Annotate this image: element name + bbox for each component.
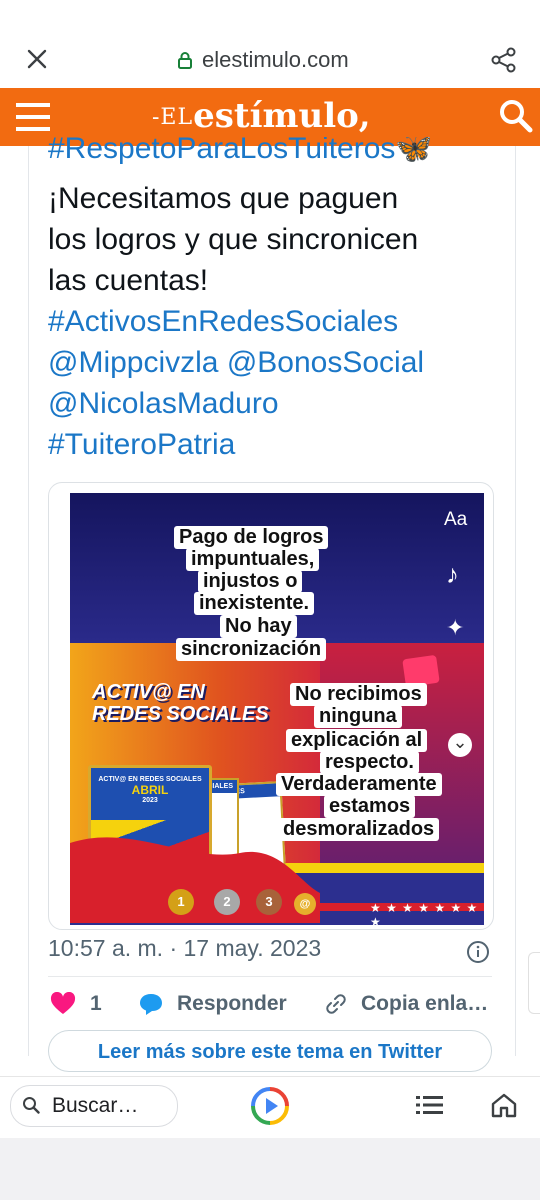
- logo-name: estímulo,: [193, 96, 371, 136]
- banner-line-1: ACTIV@ EN: [92, 681, 205, 703]
- info-icon[interactable]: [466, 940, 490, 964]
- sparkle-effects-icon: ✦: [446, 615, 465, 640]
- copy-link-label[interactable]: Copia enla…: [361, 992, 488, 1016]
- tweet-text-line: ¡Necesitamos que paguen: [48, 182, 399, 215]
- divider: [48, 976, 492, 977]
- search-placeholder[interactable]: Buscar…: [52, 1094, 138, 1118]
- link-icon[interactable]: [324, 992, 348, 1016]
- list-icon[interactable]: [416, 1094, 444, 1116]
- card-title: ACTIV@ EN REDES SOCIALES: [98, 776, 202, 783]
- home-icon[interactable]: [490, 1092, 518, 1118]
- overlay-line: desmoralizados: [278, 818, 440, 841]
- overlay-line: Pago de logros: [174, 526, 329, 549]
- like-count: 1: [90, 992, 102, 1015]
- read-more-button[interactable]: Leer más sobre este tema en Twitter: [48, 1030, 492, 1072]
- card-front-header: ACTIV@ EN REDES SOCIALES ABRIL 2023: [91, 768, 209, 820]
- medal-2: 2: [214, 889, 240, 915]
- text-tool-icon: Aa: [444, 509, 468, 530]
- mention-links[interactable]: @Mippcivzla @BonosSocial: [48, 342, 424, 383]
- heart-icon[interactable]: [50, 991, 76, 1016]
- overlay-line: explicación al: [286, 729, 428, 752]
- lock-icon: [178, 51, 192, 69]
- tweet-image[interactable]: ★ ★ ★ ★ ★ ★ ★ ★ ACTIV@ EN REDES SOCIALES…: [70, 493, 484, 925]
- medal-at: @: [294, 893, 316, 915]
- tweet-text-line: las cuentas!: [48, 264, 209, 297]
- close-icon[interactable]: [24, 46, 50, 72]
- overlay-line: injustos o: [198, 570, 303, 593]
- browser-toolbar: [0, 0, 540, 88]
- search-icon: [22, 1096, 40, 1114]
- empty-system-area: [0, 1138, 540, 1200]
- overlay-line: Verdaderamente: [276, 773, 442, 796]
- medal-1: 1: [168, 889, 194, 915]
- url-text[interactable]: elestimulo.com: [202, 47, 349, 73]
- tweet-timestamp[interactable]: 10:57 a. m. · 17 may. 2023: [48, 935, 321, 962]
- overlay-line: sincronización: [176, 638, 327, 661]
- hashtag-activos[interactable]: #ActivosEnRedesSociales: [48, 301, 398, 342]
- overlay-line: estamos: [324, 795, 416, 818]
- flag-stars: ★ ★ ★ ★ ★ ★ ★ ★: [370, 901, 479, 925]
- mention-maduro[interactable]: @NicolasMaduro: [48, 383, 279, 424]
- reply-bubble-icon[interactable]: [138, 992, 164, 1016]
- overlay-line: impuntuales,: [186, 548, 320, 571]
- banner-text: ACTIV@ EN REDES SOCIALES: [92, 681, 269, 725]
- chevron-down-icon: ⌄: [448, 733, 472, 757]
- overlay-line: No recibimos: [290, 683, 427, 706]
- overlay-line: No hay: [220, 615, 297, 638]
- google-play-circle-icon[interactable]: [250, 1086, 290, 1126]
- search-icon[interactable]: [498, 98, 534, 134]
- card-year: 2023: [142, 797, 158, 804]
- tweet-text-line: los logros y que sincronicen: [48, 223, 419, 256]
- hamburger-menu-icon[interactable]: [16, 101, 52, 133]
- hashtag-respeto[interactable]: #RespetoParaLosTuiteros🦋: [48, 137, 433, 175]
- reply-label[interactable]: Responder: [177, 992, 287, 1016]
- banner-line-2: REDES SOCIALES: [92, 703, 269, 725]
- hashtag-tuitero-patria[interactable]: #TuiteroPatria: [48, 424, 235, 465]
- overlay-line: respecto.: [320, 751, 419, 774]
- logo-prefix: -EL: [152, 105, 194, 130]
- share-icon[interactable]: [490, 46, 518, 74]
- scroll-handle[interactable]: [528, 952, 540, 1014]
- music-icon: ♪: [446, 559, 459, 589]
- overlay-line: ninguna: [314, 705, 402, 728]
- site-logo[interactable]: -ELestímulo,: [152, 96, 371, 136]
- card-month: ABRIL: [131, 783, 169, 797]
- overlay-line: inexistente.: [194, 592, 315, 615]
- medal-3: 3: [256, 889, 282, 915]
